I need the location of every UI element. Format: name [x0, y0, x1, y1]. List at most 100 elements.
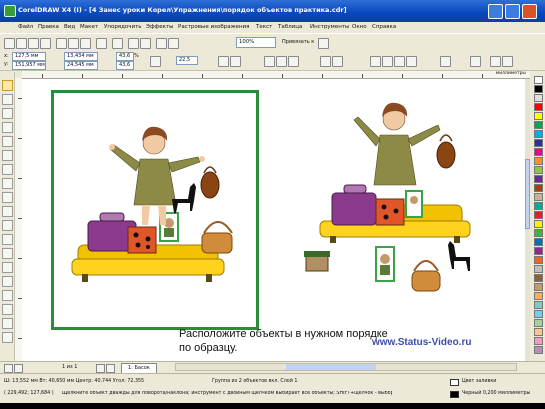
black-dog-right[interactable] [448, 241, 470, 271]
previous-page-icon[interactable] [14, 364, 23, 373]
palette-swatch[interactable] [534, 238, 543, 246]
height-field[interactable]: 24,545 мм [64, 61, 98, 70]
palette-swatch[interactable] [534, 310, 543, 318]
palette-swatch[interactable] [534, 94, 543, 102]
x-position-field[interactable]: 127,5 мм [12, 52, 46, 61]
palette-swatch[interactable] [534, 337, 543, 345]
align-distribute-icon[interactable] [440, 56, 451, 67]
snap-to-label[interactable]: Привязать к [282, 39, 314, 45]
palette-swatch[interactable] [534, 112, 543, 120]
menu-text[interactable]: Текст [256, 24, 272, 30]
redo-icon[interactable] [112, 38, 123, 49]
polygon-tool-icon[interactable] [2, 192, 13, 203]
palette-swatch[interactable] [534, 292, 543, 300]
import-icon[interactable] [128, 38, 139, 49]
palette-swatch[interactable] [534, 121, 543, 129]
palette-swatch[interactable] [534, 85, 543, 93]
menu-bitmaps[interactable]: Растровые изображения [178, 24, 249, 30]
text-tool-icon[interactable] [2, 220, 13, 231]
fill-tool-icon[interactable] [2, 318, 13, 329]
rectangle-tool-icon[interactable] [2, 164, 13, 175]
crop-tool-icon[interactable] [2, 108, 13, 119]
menu-arrange[interactable]: Упорядочить [104, 24, 142, 30]
y-position-field[interactable]: 151,957 мм [12, 61, 46, 70]
horizontal-scroll-thumb[interactable] [286, 364, 376, 370]
drawing-canvas[interactable]: Расположите объекты в нужном порядке по … [22, 79, 530, 361]
palette-swatch[interactable] [534, 247, 543, 255]
vertical-scroll-thumb[interactable] [525, 159, 530, 229]
zoom-levels-select[interactable]: 100% [236, 37, 276, 48]
welcome-screen-icon[interactable] [168, 38, 179, 49]
menu-effects[interactable]: Эффекты [146, 24, 174, 30]
palette-swatch[interactable] [534, 193, 543, 201]
dimension-tool-icon[interactable] [2, 248, 13, 259]
palette-swatch[interactable] [534, 229, 543, 237]
palette-swatch[interactable] [534, 130, 543, 138]
palette-swatch[interactable] [534, 166, 543, 174]
basic-shapes-tool-icon[interactable] [2, 206, 13, 217]
weld-icon[interactable] [370, 56, 381, 67]
ungroup-all-icon[interactable] [288, 56, 299, 67]
brown-handbag-right[interactable] [436, 134, 456, 169]
instruction-text[interactable]: Расположите объекты в нужном порядке по … [179, 328, 388, 356]
palette-swatch[interactable] [534, 274, 543, 282]
menu-tools[interactable]: Инструменты [310, 24, 349, 30]
palette-swatch[interactable] [534, 76, 543, 84]
to-front-icon[interactable] [490, 56, 501, 67]
palette-swatch[interactable] [534, 175, 543, 183]
cut-icon[interactable] [56, 38, 67, 49]
scale-y-field[interactable]: 43,6 [116, 61, 134, 70]
menu-edit[interactable]: Правка [38, 24, 59, 30]
vertical-scrollbar[interactable] [525, 79, 530, 361]
print-icon[interactable] [40, 38, 51, 49]
fill-color-swatch[interactable] [450, 379, 459, 386]
simplify-icon[interactable] [406, 56, 417, 67]
scale-x-field[interactable]: 43,6 [116, 52, 134, 61]
options-icon[interactable] [318, 38, 329, 49]
menu-table[interactable]: Таблица [278, 24, 302, 30]
export-icon[interactable] [140, 38, 151, 49]
horizontal-ruler[interactable]: миллиметры [22, 71, 530, 79]
palette-swatch[interactable] [534, 346, 543, 354]
palette-swatch[interactable] [534, 265, 543, 273]
palette-swatch[interactable] [534, 202, 543, 210]
lock-ratio-icon[interactable] [150, 56, 161, 67]
mirror-vertical-icon[interactable] [230, 56, 241, 67]
interactive-fill-tool-icon[interactable] [2, 332, 13, 343]
ungroup-icon[interactable] [276, 56, 287, 67]
to-back-icon[interactable] [502, 56, 513, 67]
horizontal-scrollbar[interactable] [175, 363, 517, 371]
blend-tool-icon[interactable] [2, 276, 13, 287]
ladybug-box-right[interactable] [375, 198, 405, 226]
break-apart-icon[interactable] [332, 56, 343, 67]
first-page-icon[interactable] [4, 364, 13, 373]
palette-swatch[interactable] [534, 184, 543, 192]
framed-photo-right-top[interactable] [405, 190, 423, 218]
maximize-button[interactable] [505, 4, 520, 19]
open-icon[interactable] [16, 38, 27, 49]
palette-swatch[interactable] [534, 220, 543, 228]
application-launcher-icon[interactable] [156, 38, 167, 49]
paste-icon[interactable] [80, 38, 91, 49]
palette-swatch[interactable] [534, 301, 543, 309]
document-page[interactable] [51, 90, 259, 330]
intersect-icon[interactable] [394, 56, 405, 67]
pick-tool-icon[interactable] [2, 80, 13, 91]
save-icon[interactable] [28, 38, 39, 49]
minimize-button[interactable] [488, 4, 503, 19]
small-green-box[interactable] [304, 251, 330, 272]
girl-figure-right[interactable] [353, 102, 441, 186]
basket-right[interactable] [411, 260, 441, 292]
menu-file[interactable]: Файл [18, 24, 33, 30]
menu-view[interactable]: Вид [64, 24, 75, 30]
palette-swatch[interactable] [534, 283, 543, 291]
group-icon[interactable] [264, 56, 275, 67]
shape-tool-icon[interactable] [2, 94, 13, 105]
ladybug-box-left[interactable] [127, 226, 157, 254]
black-dog-left[interactable] [172, 183, 196, 213]
combine-icon[interactable] [320, 56, 331, 67]
palette-swatch[interactable] [534, 157, 543, 165]
smart-fill-tool-icon[interactable] [2, 150, 13, 161]
palette-swatch[interactable] [534, 256, 543, 264]
undo-icon[interactable] [96, 38, 107, 49]
